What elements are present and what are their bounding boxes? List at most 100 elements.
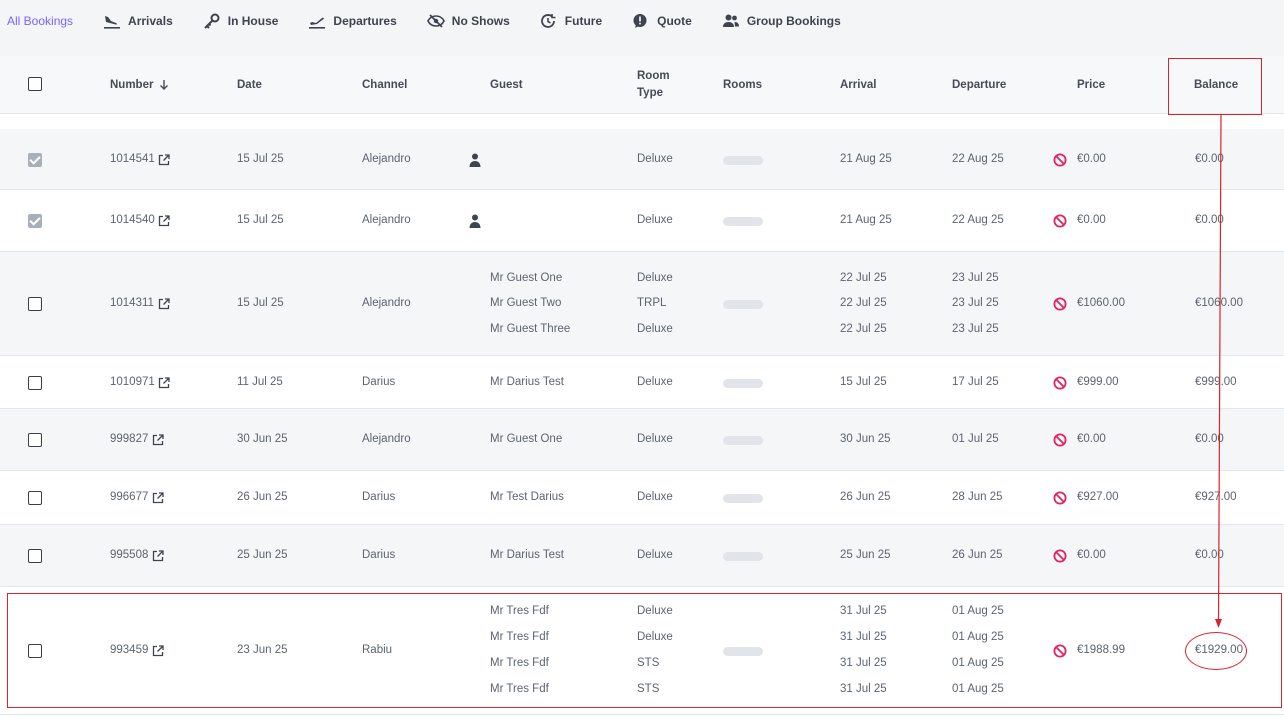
booking-balance: €0.00 [1195, 214, 1224, 226]
rooms-placeholder [723, 378, 763, 388]
booking-channel: Darius [362, 549, 396, 561]
column-header-price[interactable]: Price [1077, 56, 1105, 114]
sort-arrow-down-icon [160, 80, 169, 90]
booking-number[interactable]: 1014540 [110, 214, 155, 227]
column-header-guest[interactable]: Guest [490, 56, 523, 114]
booking-number[interactable]: 996677 [110, 491, 148, 504]
quote-bubble-icon [633, 14, 647, 28]
person-icon [469, 214, 481, 228]
departure-date: 23 Jul 25 [952, 297, 999, 309]
rooms-placeholder [723, 155, 763, 165]
column-header-departure[interactable]: Departure [952, 56, 1006, 114]
departure-date: 26 Jun 25 [952, 549, 1003, 561]
guest-name: Mr Guest One [490, 433, 563, 445]
tab-in-house[interactable]: In House [203, 13, 278, 29]
row-checkbox[interactable] [28, 491, 42, 505]
booking-price: €999.00 [1077, 375, 1119, 388]
booking-balance: €927.00 [1195, 491, 1237, 503]
departure-date: 01 Jul 25 [952, 433, 999, 445]
column-header-arrival[interactable]: Arrival [840, 56, 876, 114]
tab-group-bookings[interactable]: Group Bookings [722, 13, 841, 29]
external-link-icon[interactable] [152, 492, 164, 504]
booking-number[interactable]: 995508 [110, 549, 148, 562]
booking-channel: Darius [362, 491, 396, 503]
table-row[interactable]: 1010971 11 Jul 25 Darius Mr Darius Test Delu… [0, 356, 1284, 409]
arrival-date: 21 Aug 25 [840, 152, 892, 165]
booking-date: 15 Jul 25 [237, 214, 284, 226]
external-link-icon[interactable] [158, 153, 170, 166]
tab-arrivals[interactable]: Arrivals [103, 13, 173, 29]
booking-channel: Darius [362, 375, 396, 388]
no-payment-icon [1053, 297, 1067, 311]
balance-header-highlight [1168, 58, 1262, 115]
column-header-rooms[interactable]: Rooms [723, 56, 762, 114]
guest-name: Mr Guest Two [490, 297, 562, 309]
clock-forward-icon [540, 14, 556, 28]
column-header-number[interactable]: Number [110, 56, 170, 114]
booking-balance: €1060.00 [1195, 297, 1243, 309]
booking-balance: €0.00 [1195, 152, 1224, 165]
table-row[interactable]: 1014541 15 Jul 25 Alejandro Deluxe 21 Aug 25… [0, 129, 1284, 190]
arrival-date: 15 Jul 25 [840, 375, 887, 388]
column-header-date[interactable]: Date [237, 56, 262, 114]
departure-date: 22 Aug 25 [952, 152, 1004, 165]
room-type: Deluxe [637, 433, 673, 445]
booking-channel: Alejandro [362, 152, 411, 165]
room-type: Deluxe [637, 322, 673, 335]
row-checkbox[interactable] [28, 297, 42, 311]
tab-departures[interactable]: Departures [308, 13, 397, 29]
booking-channel: Alejandro [362, 214, 411, 226]
row-checkbox[interactable] [28, 214, 42, 228]
booking-number[interactable]: 999827 [110, 433, 148, 446]
table-row[interactable]: 995508 25 Jun 25 Darius Mr Darius Test Delux… [0, 525, 1284, 587]
arrival-date: 26 Jun 25 [840, 491, 891, 503]
no-payment-icon [1053, 214, 1067, 228]
booking-number[interactable]: 1010971 [110, 376, 155, 389]
external-link-icon[interactable] [158, 298, 170, 310]
row-checkbox[interactable] [28, 375, 42, 390]
room-type: Deluxe [637, 491, 673, 503]
external-link-icon[interactable] [152, 434, 164, 446]
external-link-icon[interactable] [158, 376, 170, 389]
tab-quote[interactable]: Quote [632, 13, 692, 29]
table-row[interactable]: 999827 30 Jun 25 Alejandro Mr Guest One Delu… [0, 409, 1284, 471]
column-header-channel[interactable]: Channel [362, 56, 407, 114]
departure-date: 23 Jul 25 [952, 271, 999, 284]
table-row[interactable]: 996677 26 Jun 25 Darius Mr Test Darius Delux… [0, 471, 1284, 525]
rooms-placeholder [723, 217, 763, 226]
tab-future[interactable]: Future [540, 13, 602, 29]
booking-date: 15 Jul 25 [237, 152, 284, 165]
table-header: Number Date Channel Guest Room Type Rooms… [0, 56, 1284, 114]
tab-no-shows[interactable]: No Shows [426, 13, 510, 29]
row-checkbox[interactable] [28, 549, 42, 563]
row-checkbox[interactable] [28, 433, 42, 447]
departure-date: 28 Jun 25 [952, 491, 1003, 503]
booking-number[interactable]: 1014311 [110, 297, 154, 310]
person-icon [469, 153, 481, 167]
table-row[interactable]: 1014540 15 Jul 25 Alejandro Deluxe 21 Aug 25… [0, 190, 1284, 252]
tab-all-bookings[interactable]: All Bookings [7, 13, 73, 29]
guest-name: Mr Darius Test [490, 549, 564, 561]
external-link-icon[interactable] [158, 215, 170, 227]
departure-date: 23 Jul 25 [952, 322, 999, 335]
arrival-date: 25 Jun 25 [840, 549, 891, 561]
booking-number[interactable]: 1014541 [110, 153, 155, 166]
select-all-checkbox[interactable] [28, 77, 42, 91]
row-checkbox[interactable] [28, 152, 42, 167]
plane-landing-icon [104, 16, 121, 29]
booking-balance: €0.00 [1195, 549, 1224, 561]
no-payment-icon [1053, 433, 1067, 447]
room-type: TRPL [637, 297, 667, 309]
arrival-date: 22 Jul 25 [840, 297, 887, 309]
booking-price: €0.00 [1077, 433, 1106, 445]
guest-name: Mr Test Darius [490, 491, 564, 503]
arrival-date: 30 Jun 25 [840, 433, 891, 445]
booking-date: 11 Jul 25 [237, 375, 283, 388]
column-header-room-type[interactable]: Room Type [637, 56, 670, 114]
no-payment-icon [1053, 376, 1067, 389]
room-type: Deluxe [637, 214, 673, 226]
no-payment-icon [1053, 549, 1067, 563]
booking-date: 26 Jun 25 [237, 491, 288, 503]
table-row[interactable]: 1014311 15 Jul 25 Alejandro Mr Guest One Del… [0, 252, 1284, 356]
external-link-icon[interactable] [152, 550, 164, 562]
